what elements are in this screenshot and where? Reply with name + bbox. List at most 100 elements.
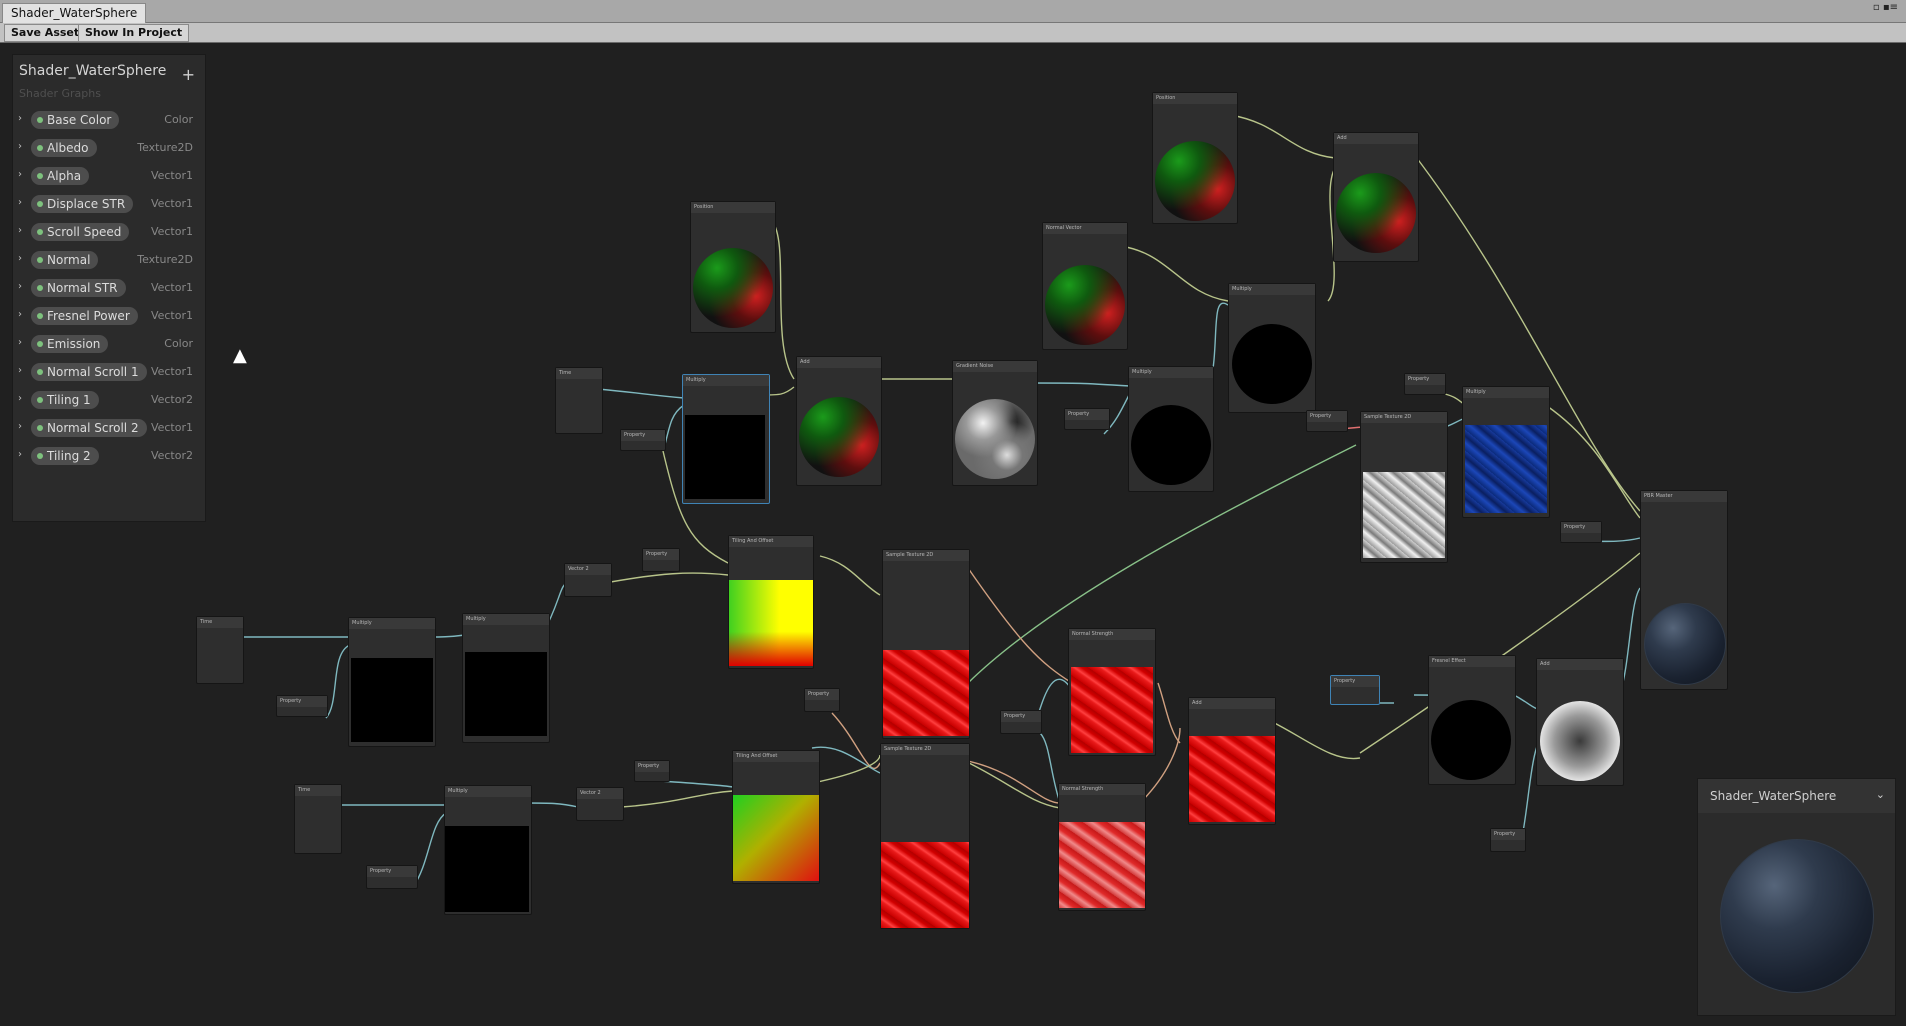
graph-canvas[interactable]: Shader_WaterSphere Shader Graphs + › Bas… [0, 43, 1906, 1026]
node-time[interactable]: Time [294, 784, 342, 854]
node-time[interactable]: Time [196, 616, 244, 684]
node-add[interactable]: Add [1333, 132, 1419, 262]
show-in-project-button[interactable]: Show In Project [78, 24, 190, 42]
property-row[interactable]: › Normal Texture2D [13, 250, 205, 272]
property-row[interactable]: › Emission Color [13, 334, 205, 356]
property-pill[interactable]: Tiling 2 [31, 447, 99, 465]
property-pill[interactable]: Scroll Speed [31, 223, 130, 241]
node-preview-sphere [1431, 700, 1511, 780]
property-row[interactable]: › Displace STR Vector1 [13, 194, 205, 216]
expand-arrow-icon[interactable]: › [18, 253, 22, 264]
node-tiling-and-offset[interactable]: Tiling And Offset [728, 535, 814, 669]
node-tiling-and-offset[interactable]: Tiling And Offset [732, 750, 820, 884]
expand-arrow-icon[interactable]: › [18, 141, 22, 152]
property-row[interactable]: › Normal STR Vector1 [13, 278, 205, 300]
node-multiply[interactable]: Multiply [462, 613, 550, 743]
node-property[interactable]: Property [1560, 521, 1602, 543]
node-preview-sphere [693, 248, 773, 328]
expand-arrow-icon[interactable]: › [18, 421, 22, 432]
node-property[interactable]: Property [642, 548, 680, 572]
node-time[interactable]: Time [555, 367, 603, 434]
window-tab[interactable]: Shader_WaterSphere [2, 3, 147, 23]
property-pill[interactable]: Tiling 1 [31, 391, 99, 409]
node-sample-texture-2d[interactable]: Sample Texture 2D [880, 743, 970, 929]
chevron-down-icon[interactable]: ⌄ [1876, 788, 1885, 801]
expand-arrow-icon[interactable]: › [18, 281, 22, 292]
node-sample-texture-2d[interactable]: Sample Texture 2D [1360, 411, 1448, 563]
property-name: Normal Scroll 1 [47, 365, 139, 379]
property-row[interactable]: › Normal Scroll 2 Vector1 [13, 418, 205, 440]
node-fresnel-effect[interactable]: Fresnel Effect [1428, 655, 1516, 785]
property-row[interactable]: › Tiling 2 Vector2 [13, 446, 205, 468]
add-property-button[interactable]: + [182, 65, 195, 84]
expand-arrow-icon[interactable]: › [18, 393, 22, 404]
node-multiply[interactable]: Multiply [1128, 366, 1214, 492]
property-type: Vector1 [150, 421, 193, 434]
node-add[interactable]: Add [796, 356, 882, 486]
expand-arrow-icon[interactable]: › [18, 449, 22, 460]
property-pill[interactable]: Alpha [31, 167, 90, 185]
node-property[interactable]: Property [620, 429, 666, 451]
window-controls-icon[interactable]: ▫ ▪≡ [1873, 2, 1898, 13]
node-multiply[interactable]: Multiply [444, 785, 532, 915]
node-property[interactable]: Property [1490, 828, 1526, 852]
node-property[interactable]: Property [804, 688, 840, 712]
node-property[interactable]: Property [366, 865, 418, 889]
expand-arrow-icon[interactable]: › [18, 365, 22, 376]
expand-arrow-icon[interactable]: › [18, 113, 22, 124]
property-row[interactable]: › Fresnel Power Vector1 [13, 306, 205, 328]
property-pill[interactable]: Fresnel Power [31, 307, 138, 325]
node-pbr-master[interactable]: PBR Master [1640, 490, 1728, 690]
save-asset-button[interactable]: Save Asset [4, 24, 87, 42]
node-gradient-noise[interactable]: Gradient Noise [952, 360, 1038, 486]
node-multiply[interactable]: Multiply [348, 617, 436, 747]
property-type: Color [164, 113, 193, 126]
node-title: Multiply [683, 375, 769, 386]
property-pill[interactable]: Base Color [31, 111, 120, 129]
property-row[interactable]: › Scroll Speed Vector1 [13, 222, 205, 244]
node-property[interactable]: Property [1000, 710, 1042, 734]
property-row[interactable]: › Normal Scroll 1 Vector1 [13, 362, 205, 384]
main-preview-header[interactable]: Shader_WaterSphere ⌄ [1698, 779, 1895, 813]
node-vector2[interactable]: Vector 2 [576, 787, 624, 821]
expand-arrow-icon[interactable]: › [18, 197, 22, 208]
property-name: Displace STR [47, 197, 126, 211]
node-property[interactable]: Property [1404, 373, 1446, 395]
property-pill[interactable]: Normal Scroll 1 [31, 363, 147, 381]
property-pill[interactable]: Normal Scroll 2 [31, 419, 147, 437]
node-add[interactable]: Add [1536, 658, 1624, 786]
property-pill[interactable]: Normal STR [31, 279, 126, 297]
property-pill[interactable]: Displace STR [31, 195, 134, 213]
node-property[interactable]: Property [1064, 408, 1110, 430]
property-row[interactable]: › Tiling 1 Vector2 [13, 390, 205, 412]
node-property-selected[interactable]: Property [1330, 675, 1380, 705]
property-row[interactable]: › Alpha Vector1 [13, 166, 205, 188]
node-multiply[interactable]: Multiply [1462, 386, 1550, 518]
node-sample-texture-2d[interactable]: Sample Texture 2D [882, 549, 970, 739]
node-property[interactable]: Property [276, 695, 328, 717]
node-position[interactable]: Position [1152, 92, 1238, 224]
property-pill[interactable]: Emission [31, 335, 109, 353]
node-title: Sample Texture 2D [881, 744, 969, 755]
node-vector2[interactable]: Vector 2 [564, 563, 612, 597]
property-dot-icon [37, 341, 43, 347]
expand-arrow-icon[interactable]: › [18, 309, 22, 320]
node-add[interactable]: Add [1188, 697, 1276, 825]
node-property[interactable]: Property [634, 760, 670, 782]
node-preview-square [1059, 822, 1145, 908]
node-property[interactable]: Property [1306, 410, 1348, 432]
main-preview-sphere[interactable] [1720, 839, 1874, 993]
node-position[interactable]: Position [690, 201, 776, 333]
node-normal-strength[interactable]: Normal Strength [1058, 783, 1146, 911]
expand-arrow-icon[interactable]: › [18, 225, 22, 236]
node-multiply-selected[interactable]: Multiply [682, 374, 770, 504]
property-row[interactable]: › Base Color Color [13, 110, 205, 132]
expand-arrow-icon[interactable]: › [18, 337, 22, 348]
node-multiply[interactable]: Multiply [1228, 283, 1316, 413]
node-normal-strength[interactable]: Normal Strength [1068, 628, 1156, 756]
property-row[interactable]: › Albedo Texture2D [13, 138, 205, 160]
node-normal-vector[interactable]: Normal Vector [1042, 222, 1128, 350]
property-pill[interactable]: Normal [31, 251, 99, 269]
expand-arrow-icon[interactable]: › [18, 169, 22, 180]
property-pill[interactable]: Albedo [31, 139, 97, 157]
